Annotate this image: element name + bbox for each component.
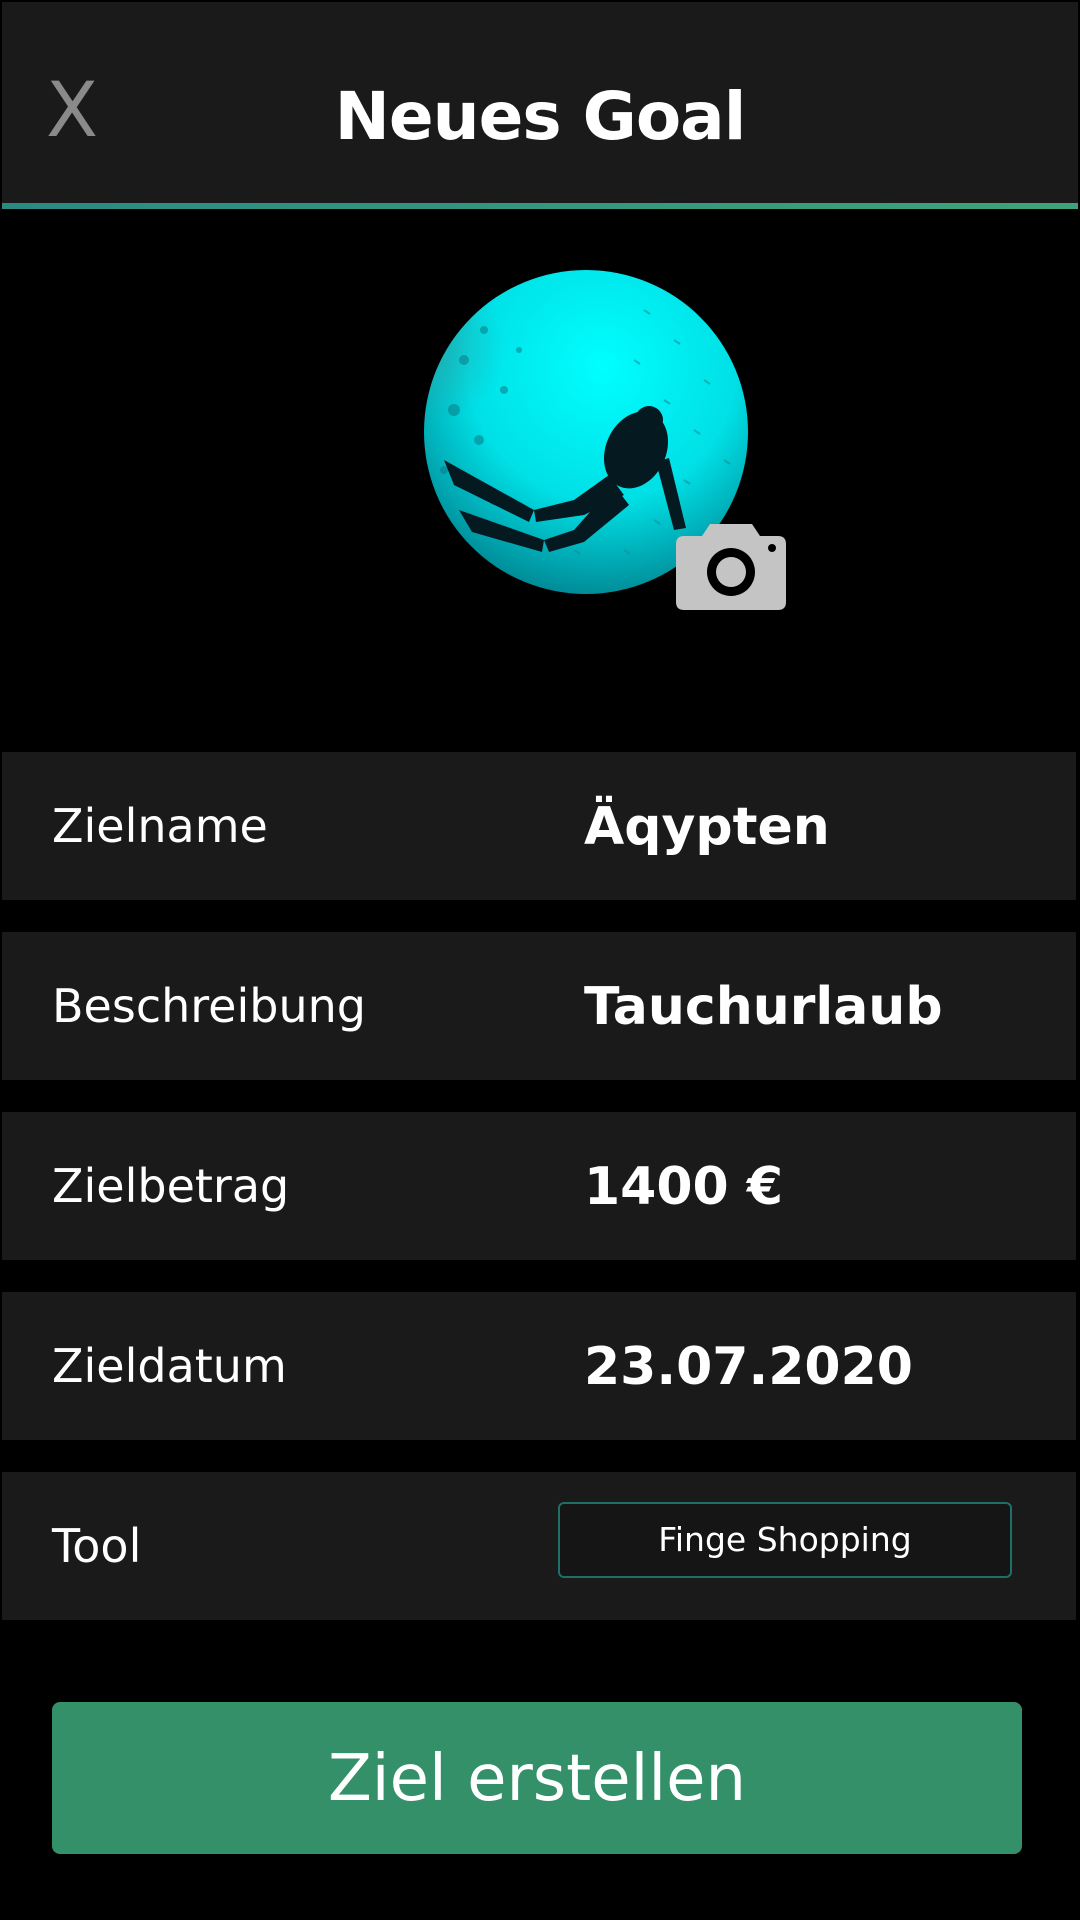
header-divider [2, 203, 1078, 209]
page-title: Neues Goal [334, 78, 747, 155]
zielname-label: Zielname [52, 799, 268, 853]
form-row-beschreibung[interactable]: Beschreibung Tauchurlaub [2, 932, 1076, 1080]
beschreibung-label: Beschreibung [52, 979, 366, 1033]
top-bar: X Neues Goal [2, 2, 1078, 204]
tool-label: Tool [52, 1519, 142, 1573]
zieldatum-field[interactable]: 23.07.2020 [584, 1292, 1024, 1440]
zielbetrag-field[interactable]: 1400 € [584, 1112, 1024, 1260]
zieldatum-label: Zieldatum [52, 1339, 287, 1393]
zielbetrag-label: Zielbetrag [52, 1159, 290, 1213]
create-goal-button[interactable]: Ziel erstellen [52, 1702, 1022, 1854]
camera-icon[interactable] [676, 518, 786, 610]
beschreibung-field[interactable]: Tauchurlaub [584, 932, 1024, 1080]
tool-select-button[interactable]: Finge Shopping [558, 1502, 1012, 1578]
form-row-zieldatum[interactable]: Zieldatum 23.07.2020 [2, 1292, 1076, 1440]
form-row-zielbetrag[interactable]: Zielbetrag 1400 € [2, 1112, 1076, 1260]
form-row-tool: Tool Finge Shopping [2, 1472, 1076, 1620]
zielname-field[interactable]: Äqypten [584, 752, 1024, 900]
form-row-zielname[interactable]: Zielname Äqypten [2, 752, 1076, 900]
